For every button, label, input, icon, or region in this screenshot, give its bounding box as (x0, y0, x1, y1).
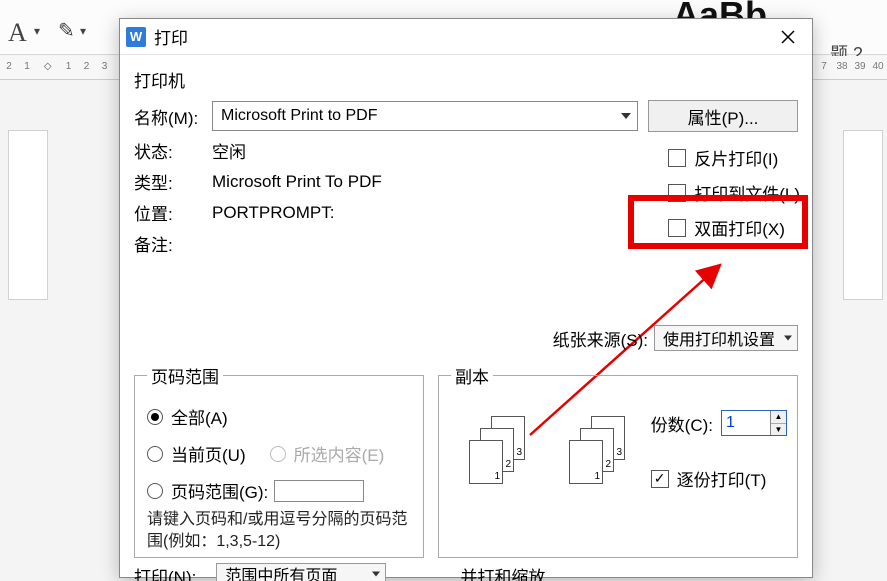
document-page-edge-left (8, 130, 48, 300)
zoom-label: 并打和缩放 (460, 563, 545, 581)
range-pages-label: 页码范围(G): (171, 478, 268, 503)
print-what-label: 打印(N): (134, 563, 196, 581)
spinner-down[interactable]: ▼ (771, 424, 786, 436)
page-range-group: 页码范围 全部(A) 当前页(U) 所选内容(E) 页码范围(G): 请键入页 (134, 363, 424, 558)
status-value: 空闲 (212, 138, 246, 163)
range-hint: 请键入页码和/或用逗号分隔的页码范围(例如：1,3,5-12) (147, 509, 411, 552)
print-to-file-label: 打印到文件(L) (694, 180, 800, 205)
paper-source-select[interactable]: 使用打印机设置 (654, 325, 798, 351)
name-label: 名称(M): (134, 104, 212, 129)
duplex-print-checkbox[interactable]: 双面打印(X) (668, 215, 800, 240)
type-value: Microsoft Print To PDF (212, 172, 382, 192)
copies-count-label: 份数(C): (651, 411, 713, 436)
range-current-label: 当前页(U) (171, 441, 246, 466)
app-icon: W (126, 27, 146, 47)
titlebar: W 打印 (120, 19, 812, 55)
type-label: 类型: (134, 169, 212, 194)
comment-label: 备注: (134, 231, 212, 256)
copies-group: 副本 321 321 份数(C): ▲ (438, 363, 798, 558)
properties-button[interactable]: 属性(P)... (648, 100, 798, 132)
copies-spinner[interactable]: ▲ ▼ (721, 410, 787, 436)
range-all-label: 全部(A) (171, 404, 228, 429)
close-icon (781, 30, 795, 44)
range-pages-radio[interactable]: 页码范围(G): (147, 478, 411, 503)
range-selection-label: 所选内容(E) (294, 441, 385, 466)
duplex-print-label: 双面打印(X) (694, 215, 785, 240)
print-dialog: W 打印 打印机 名称(M): Microsoft Print to PDF 属… (119, 18, 813, 578)
print-what-select[interactable]: 范围中所有页面 (216, 563, 386, 581)
printer-section-label: 打印机 (134, 67, 798, 92)
collate-illustration: 321 321 (469, 416, 629, 486)
collate-checkbox[interactable]: 逐份打印(T) (651, 466, 787, 491)
printer-select-value: Microsoft Print to PDF (221, 107, 377, 125)
printer-select[interactable]: Microsoft Print to PDF (212, 101, 638, 131)
status-label: 状态: (134, 138, 212, 163)
print-what-value: 范围中所有页面 (225, 563, 337, 581)
range-current-radio[interactable]: 当前页(U) (147, 441, 246, 466)
chevron-down-icon (784, 336, 792, 341)
page-range-legend: 页码范围 (147, 363, 223, 388)
copies-input[interactable] (722, 411, 770, 435)
collate-label: 逐份打印(T) (677, 466, 767, 491)
location-label: 位置: (134, 200, 212, 225)
chevron-down-icon (372, 572, 380, 577)
range-selection-radio: 所选内容(E) (270, 441, 385, 466)
copies-legend: 副本 (451, 363, 493, 388)
mirror-print-label: 反片打印(I) (694, 145, 778, 170)
paper-source-value: 使用打印机设置 (663, 326, 775, 350)
chevron-down-icon (621, 113, 631, 119)
document-page-edge-right (843, 130, 883, 300)
close-button[interactable] (768, 22, 808, 52)
range-pages-input[interactable] (274, 480, 364, 502)
paper-source-label: 纸张来源(S): (553, 326, 648, 351)
range-all-radio[interactable]: 全部(A) (147, 404, 411, 429)
mirror-print-checkbox[interactable]: 反片打印(I) (668, 145, 800, 170)
print-to-file-checkbox[interactable]: 打印到文件(L) (668, 180, 800, 205)
spinner-up[interactable]: ▲ (771, 411, 786, 424)
dialog-title: 打印 (154, 24, 768, 49)
location-value: PORTPROMPT: (212, 203, 334, 223)
